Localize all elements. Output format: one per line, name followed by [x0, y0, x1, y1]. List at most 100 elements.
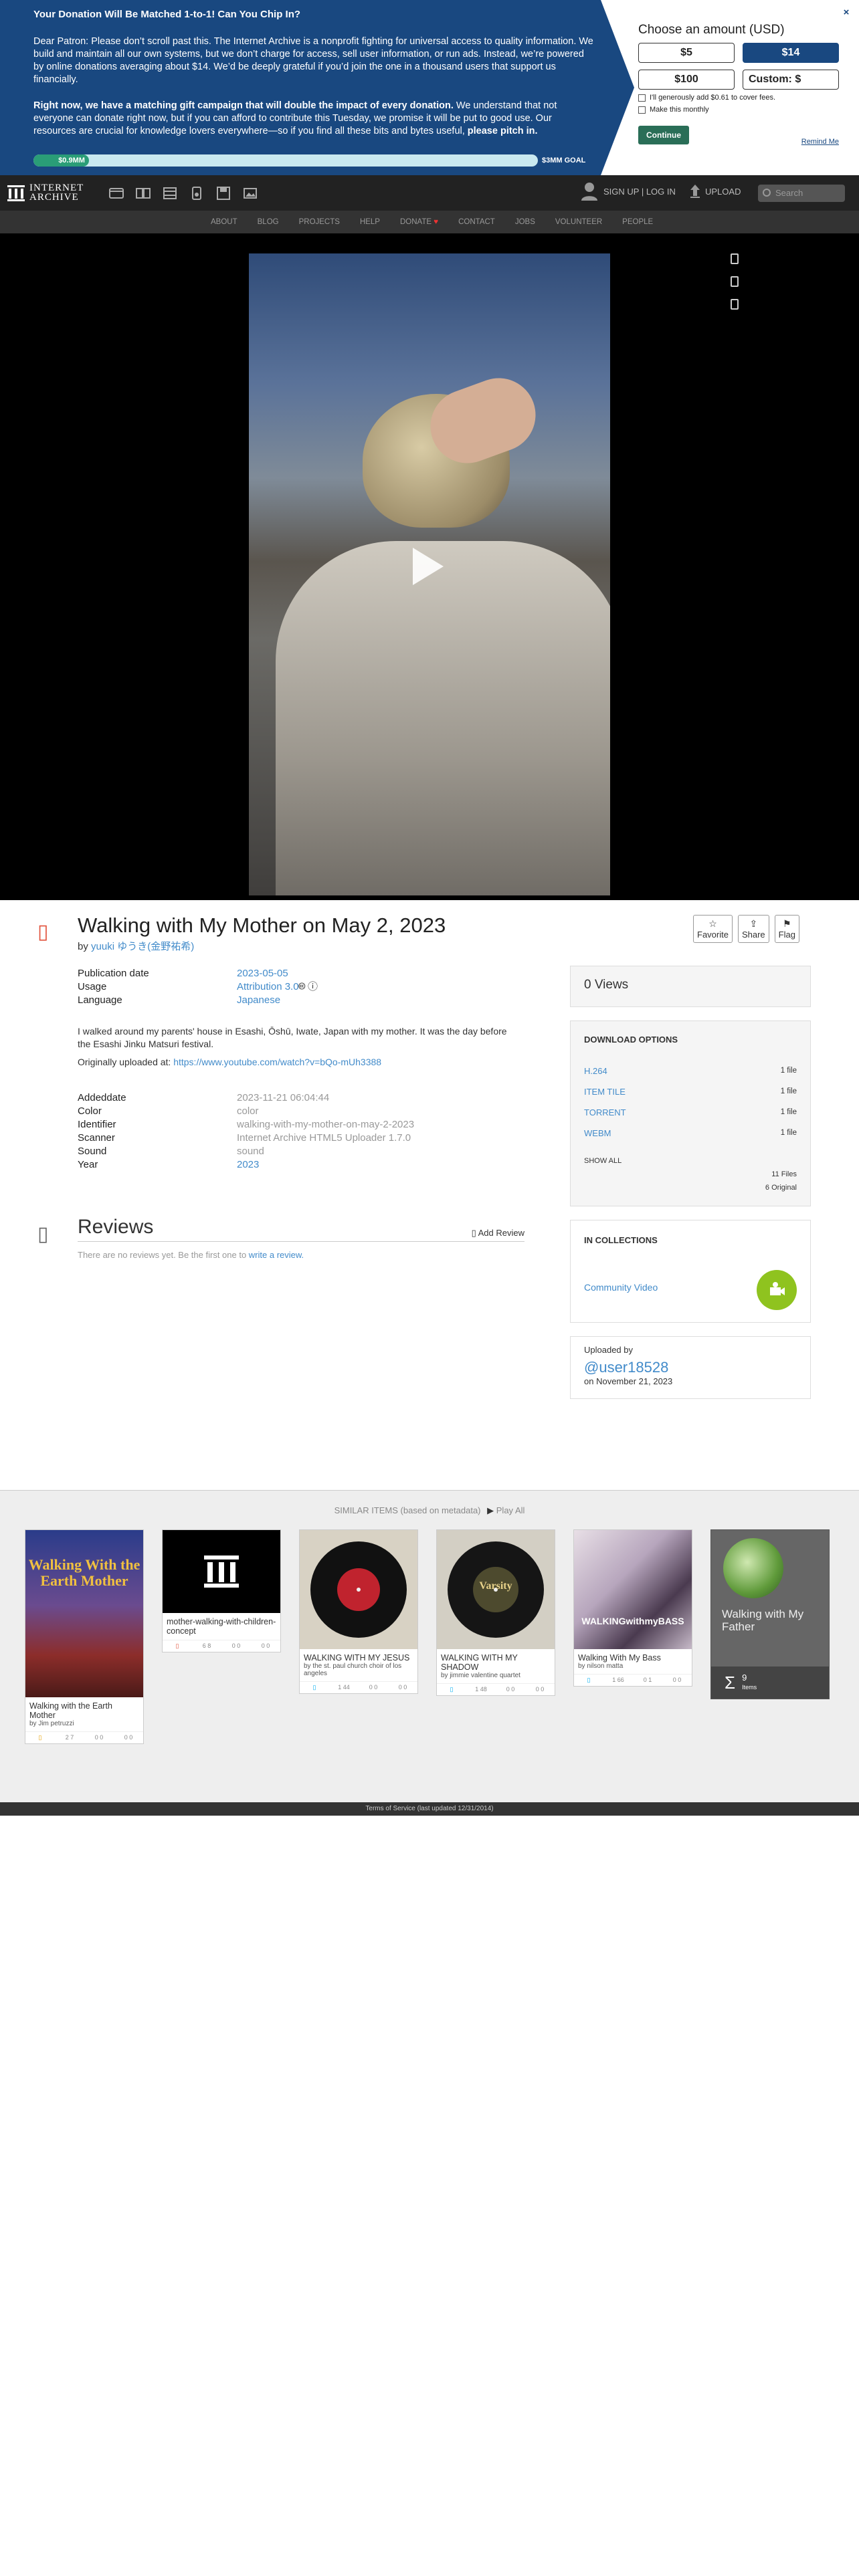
top-nav: INTERNET ARCHIVE SIGN UP | LOG IN UPLOAD …: [0, 175, 859, 211]
upload-icon: [690, 185, 700, 198]
upload-date: on November 21, 2023: [584, 1376, 673, 1386]
similar-tile[interactable]: Varsity WALKING WITH MY SHADOW by jimmie…: [436, 1529, 555, 1696]
checkbox-icon[interactable]: [638, 94, 646, 102]
upload-link[interactable]: UPLOAD: [689, 183, 741, 199]
software-icon[interactable]: [215, 186, 231, 201]
metadata-value[interactable]: 2023: [237, 1158, 259, 1172]
upload-label: UPLOAD: [705, 186, 741, 197]
similar-tile[interactable]: WALKINGwithmyBASS Walking With My Bass b…: [573, 1529, 692, 1687]
favorites-stat: 0 0: [94, 1734, 104, 1741]
download-format[interactable]: TORRENT: [584, 1102, 626, 1123]
remind-me-link[interactable]: Remind Me: [801, 138, 839, 146]
tile-thumbnail: [163, 1530, 280, 1613]
subnav-item[interactable]: CONTACT: [448, 211, 505, 233]
metadata-value[interactable]: 2023-05-05: [237, 967, 288, 980]
uploader-link[interactable]: @user18528: [584, 1359, 797, 1376]
play-all-label: Play All: [496, 1505, 525, 1515]
download-format[interactable]: WEBM: [584, 1123, 611, 1144]
download-format[interactable]: ITEM TILE: [584, 1081, 626, 1102]
amount-option[interactable]: $100: [638, 70, 735, 90]
flag-button[interactable]: ⚑ Flag: [774, 915, 799, 943]
subnav-label: JOBS: [514, 218, 535, 226]
author-link[interactable]: yuuki ゆうき(金野祐希): [91, 941, 194, 952]
audio-icon[interactable]: [189, 186, 205, 201]
reviews-stat: 0 0: [124, 1734, 133, 1741]
amount-options: $5 $14 $100 Custom: $: [638, 43, 839, 90]
subnav-item[interactable]: BLOG: [248, 211, 289, 233]
community-video-icon[interactable]: [757, 1270, 797, 1310]
subnav-item[interactable]: ABOUT: [201, 211, 248, 233]
tile-author: by nilson matta: [578, 1662, 624, 1670]
subnav-label: BLOG: [257, 218, 279, 226]
video-player[interactable]: [249, 253, 610, 895]
download-option[interactable]: H.264 1 file: [584, 1061, 797, 1081]
write-review-link[interactable]: write a review.: [249, 1250, 304, 1260]
metadata-value[interactable]: Japanese: [237, 994, 280, 1007]
metadata-key: Color: [78, 1105, 102, 1117]
theatre-mode-icon[interactable]: [731, 253, 739, 264]
tile-stats: ▯ 1 48 0 0 0 0: [437, 1683, 555, 1695]
signup-login[interactable]: SIGN UP | LOG IN: [581, 182, 676, 201]
donation-form: Choose an amount (USD) $5 $14 $100 Custom: …: [601, 0, 859, 175]
amount-option[interactable]: Custom: $: [743, 70, 839, 90]
metadata-row: Identifier walking-with-my-mother-on-may-…: [78, 1118, 414, 1132]
subnav-item[interactable]: JOBS: [505, 211, 545, 233]
similar-tile[interactable]: mother-walking-with-children-concept ▯ 6…: [162, 1529, 281, 1652]
list-mode-icon[interactable]: [731, 299, 739, 310]
play-icon[interactable]: [413, 548, 444, 585]
donation-para-1: Dear Patron: Please don’t scroll past th…: [33, 36, 593, 85]
subnav-label: PROJECTS: [298, 218, 340, 226]
share-label: Share: [741, 930, 765, 940]
collection-link[interactable]: Community Video: [584, 1282, 658, 1293]
web-icon[interactable]: [108, 186, 124, 201]
show-all-button[interactable]: SHOW ALL: [584, 1157, 797, 1165]
download-option[interactable]: ITEM TILE 1 file: [584, 1081, 797, 1102]
subnav-item[interactable]: HELP: [350, 211, 390, 233]
amount-option[interactable]: $5: [638, 43, 735, 63]
reviews-stat: 0 0: [672, 1677, 682, 1683]
reviews-stat: 0 0: [261, 1642, 270, 1649]
audio-icon: ▯: [450, 1686, 454, 1693]
footer[interactable]: Terms of Service (last updated 12/31/201…: [0, 1802, 859, 1816]
download-option[interactable]: TORRENT 1 file: [584, 1102, 797, 1123]
cover-fees-option[interactable]: I'll generously add $0.61 to cover fees.: [638, 94, 839, 102]
similar-tile[interactable]: Walking With the Earth Mother Walking wi…: [25, 1529, 144, 1744]
amount-option[interactable]: $14: [743, 43, 839, 63]
tile-thumbnail: Varsity: [437, 1530, 555, 1649]
continue-button[interactable]: Continue: [638, 126, 689, 144]
download-option[interactable]: WEBM 1 file: [584, 1123, 797, 1144]
metadata-value[interactable]: Attribution 3.0: [237, 980, 299, 994]
metadata-value: color: [237, 1105, 259, 1117]
close-icon[interactable]: ×: [839, 5, 854, 20]
original-url-link[interactable]: https://www.youtube.com/watch?v=bQo-mUh3…: [173, 1057, 381, 1067]
subnav-item[interactable]: VOLUNTEER: [545, 211, 612, 233]
favorite-button[interactable]: ☆ Favorite: [693, 915, 733, 943]
favorites-stat: 0 1: [643, 1677, 652, 1683]
license-icon: 🅭 ⓘ: [298, 981, 318, 992]
metadata-key: Publication date: [78, 968, 149, 979]
similar-tile[interactable]: WALKING WITH MY JESUS by the st. paul ch…: [299, 1529, 418, 1694]
collection-tile[interactable]: Walking with My Father Σ 9 Items: [710, 1529, 830, 1699]
monthly-option[interactable]: Make this monthly: [638, 106, 839, 114]
play-all-button[interactable]: ▶ Play All: [487, 1505, 524, 1515]
donation-headline: Your Donation Will Be Matched 1-to-1! Ca…: [33, 9, 301, 20]
reviews-icon: ▯: [37, 1223, 49, 1245]
subnav-item[interactable]: PEOPLE: [612, 211, 663, 233]
texts-icon[interactable]: [135, 186, 151, 201]
audio-mode-icon[interactable]: [731, 276, 739, 287]
flag-label: Flag: [778, 930, 795, 940]
movies-icon: ▯: [37, 921, 49, 943]
video-icon[interactable]: [162, 186, 178, 201]
share-button[interactable]: ⇪ Share: [737, 915, 769, 943]
subnav-item[interactable]: DONATE ♥: [390, 211, 448, 233]
ia-logo[interactable]: INTERNET ARCHIVE: [7, 183, 84, 203]
heart-icon: ♥: [432, 218, 439, 226]
signup-login-label: SIGN UP | LOG IN: [603, 186, 676, 197]
subnav-label: CONTACT: [458, 218, 495, 226]
download-format[interactable]: H.264: [584, 1061, 607, 1081]
checkbox-icon[interactable]: [638, 106, 646, 114]
images-icon[interactable]: [242, 186, 258, 201]
search-input[interactable]: Search: [758, 185, 845, 202]
add-review-button[interactable]: ▯ Add Review: [472, 1228, 524, 1239]
subnav-item[interactable]: PROJECTS: [289, 211, 350, 233]
